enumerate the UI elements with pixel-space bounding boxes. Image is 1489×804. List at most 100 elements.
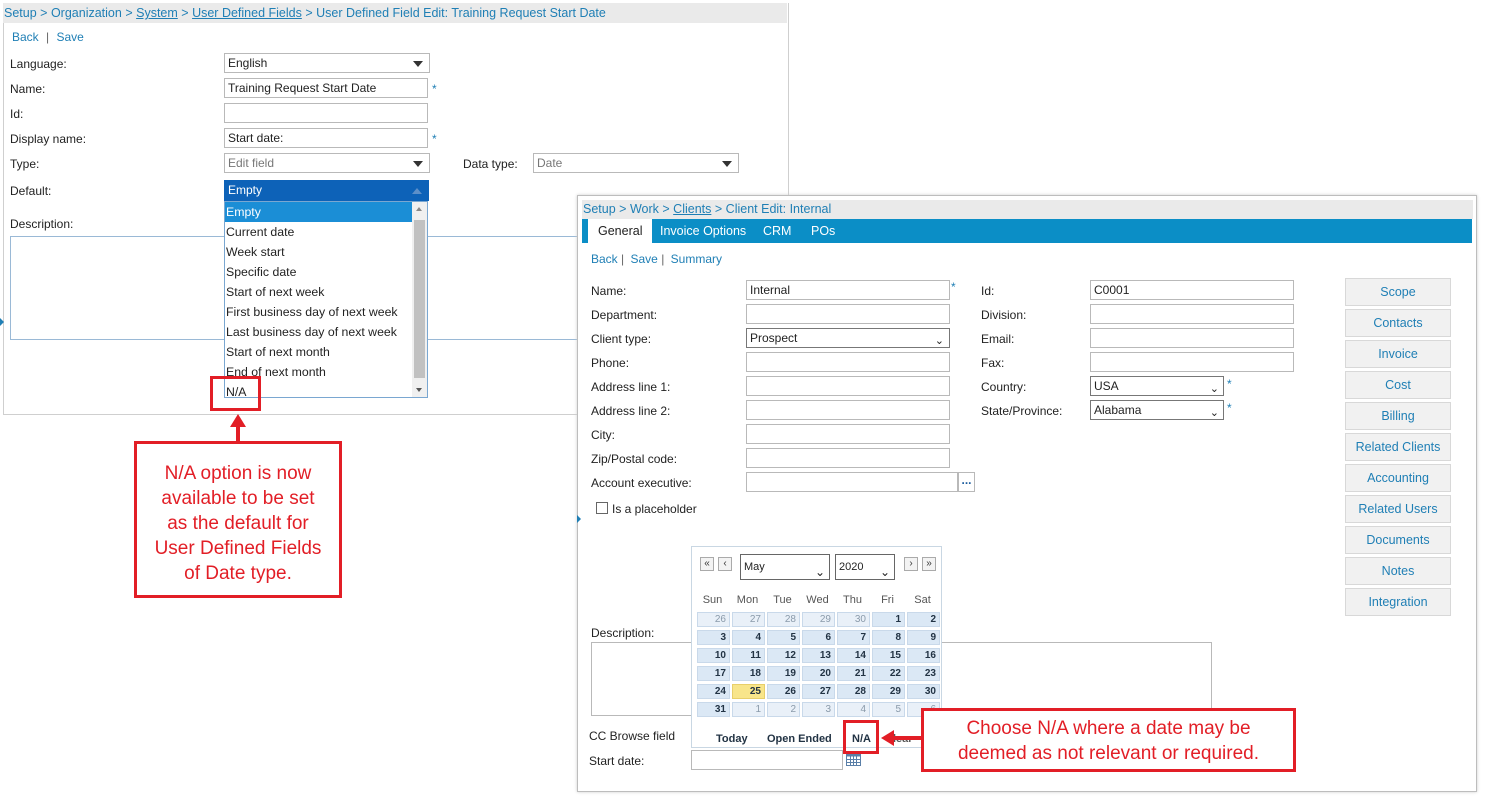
department-input[interactable] (746, 304, 950, 324)
calendar-day[interactable]: 9 (907, 630, 940, 645)
calendar-day[interactable]: 16 (907, 648, 940, 663)
name-input[interactable]: Training Request Start Date (224, 78, 428, 98)
calendar-day[interactable]: 30 (837, 612, 870, 627)
calendar-day[interactable]: 26 (767, 684, 800, 699)
start-date-input[interactable] (691, 750, 843, 770)
calendar-day[interactable]: 28 (767, 612, 800, 627)
country-select[interactable]: USA ⌄ (1090, 376, 1224, 396)
crumb-organization[interactable]: Organization (51, 6, 122, 20)
calendar-day[interactable]: 29 (802, 612, 835, 627)
calendar-day[interactable]: 22 (872, 666, 905, 681)
scope-button[interactable]: Scope (1345, 278, 1451, 306)
calendar-day[interactable]: 1 (872, 612, 905, 627)
calendar-day[interactable]: 3 (802, 702, 835, 717)
default-select[interactable]: Empty (224, 180, 429, 201)
display-name-input[interactable]: Start date: (224, 128, 428, 148)
crumb-setup[interactable]: Setup (4, 6, 37, 20)
calendar-day[interactable]: 18 (732, 666, 765, 681)
calendar-month-select[interactable]: May ⌄ (740, 554, 830, 580)
calendar-day[interactable]: 23 (907, 666, 940, 681)
collapse-arrow-icon[interactable] (577, 515, 581, 523)
calendar-day[interactable]: 21 (837, 666, 870, 681)
back-link[interactable]: Back (591, 252, 618, 266)
account-exec-browse-button[interactable]: ... (958, 472, 975, 492)
calendar-day[interactable]: 25 (732, 684, 765, 699)
default-option-specific-date[interactable]: Specific date (225, 262, 427, 282)
calendar-day[interactable]: 29 (872, 684, 905, 699)
calendar-day[interactable]: 28 (837, 684, 870, 699)
crumb-system[interactable]: System (136, 6, 178, 20)
default-option-start-next-month[interactable]: Start of next month (225, 342, 427, 362)
calendar-day[interactable]: 7 (837, 630, 870, 645)
contacts-button[interactable]: Contacts (1345, 309, 1451, 337)
calendar-day[interactable]: 5 (767, 630, 800, 645)
language-select[interactable]: English (224, 53, 430, 73)
calendar-day[interactable]: 2 (907, 612, 940, 627)
tab-pos[interactable]: POs (801, 219, 845, 243)
tab-crm[interactable]: CRM (753, 219, 801, 243)
calendar-day[interactable]: 24 (697, 684, 730, 699)
tab-general[interactable]: General (588, 219, 653, 243)
zip-input[interactable] (746, 448, 950, 468)
back-link[interactable]: Back (12, 30, 39, 44)
calendar-day[interactable]: 2 (767, 702, 800, 717)
cost-button[interactable]: Cost (1345, 371, 1451, 399)
calendar-day[interactable]: 6 (802, 630, 835, 645)
scroll-up-icon[interactable] (416, 207, 422, 211)
calendar-day[interactable]: 31 (697, 702, 730, 717)
crumb-clients[interactable]: Clients (673, 202, 711, 216)
calendar-day[interactable]: 11 (732, 648, 765, 663)
id-input[interactable] (224, 103, 428, 123)
integration-button[interactable]: Integration (1345, 588, 1451, 616)
accounting-button[interactable]: Accounting (1345, 464, 1451, 492)
client-id-input[interactable]: C0001 (1090, 280, 1294, 300)
invoice-button[interactable]: Invoice (1345, 340, 1451, 368)
calendar-day[interactable]: 14 (837, 648, 870, 663)
default-option-last-business-day[interactable]: Last business day of next week (225, 322, 427, 342)
calendar-day[interactable]: 10 (697, 648, 730, 663)
billing-button[interactable]: Billing (1345, 402, 1451, 430)
phone-input[interactable] (746, 352, 950, 372)
calendar-day[interactable]: 4 (732, 630, 765, 645)
calendar-first-button[interactable]: « (700, 557, 714, 571)
notes-button[interactable]: Notes (1345, 557, 1451, 585)
default-option-first-business-day[interactable]: First business day of next week (225, 302, 427, 322)
default-option-empty[interactable]: Empty (225, 202, 427, 222)
dropdown-scrollbar[interactable] (412, 202, 427, 397)
description-textarea[interactable] (10, 236, 224, 340)
calendar-next-button[interactable]: › (904, 557, 918, 571)
calendar-day[interactable]: 1 (732, 702, 765, 717)
related-clients-button[interactable]: Related Clients (1345, 433, 1451, 461)
calendar-open-ended-button[interactable]: Open Ended (767, 733, 832, 745)
save-link[interactable]: Save (57, 30, 84, 44)
calendar-day[interactable]: 26 (697, 612, 730, 627)
email-input[interactable] (1090, 328, 1294, 348)
crumb-work[interactable]: Work (630, 202, 659, 216)
crumb-setup[interactable]: Setup (583, 202, 616, 216)
collapse-arrow-icon[interactable] (0, 318, 4, 326)
calendar-year-select[interactable]: 2020 ⌄ (835, 554, 895, 580)
type-select[interactable]: Edit field (224, 153, 430, 173)
calendar-day[interactable]: 12 (767, 648, 800, 663)
calendar-day[interactable]: 5 (872, 702, 905, 717)
calendar-day[interactable]: 17 (697, 666, 730, 681)
default-option-current-date[interactable]: Current date (225, 222, 427, 242)
calendar-icon[interactable] (846, 753, 861, 766)
calendar-day[interactable]: 27 (732, 612, 765, 627)
account-exec-input[interactable] (746, 472, 958, 492)
dropdown-scroll-thumb[interactable] (414, 220, 425, 378)
calendar-last-button[interactable]: » (922, 557, 936, 571)
scroll-down-icon[interactable] (416, 388, 422, 392)
documents-button[interactable]: Documents (1345, 526, 1451, 554)
calendar-day[interactable]: 15 (872, 648, 905, 663)
calendar-day[interactable]: 20 (802, 666, 835, 681)
calendar-day[interactable]: 4 (837, 702, 870, 717)
calendar-day[interactable]: 19 (767, 666, 800, 681)
fax-input[interactable] (1090, 352, 1294, 372)
address2-input[interactable] (746, 400, 950, 420)
calendar-today-button[interactable]: Today (716, 733, 748, 745)
save-link[interactable]: Save (631, 252, 658, 266)
calendar-day[interactable]: 27 (802, 684, 835, 699)
summary-link[interactable]: Summary (671, 252, 722, 266)
placeholder-checkbox[interactable] (596, 502, 608, 514)
